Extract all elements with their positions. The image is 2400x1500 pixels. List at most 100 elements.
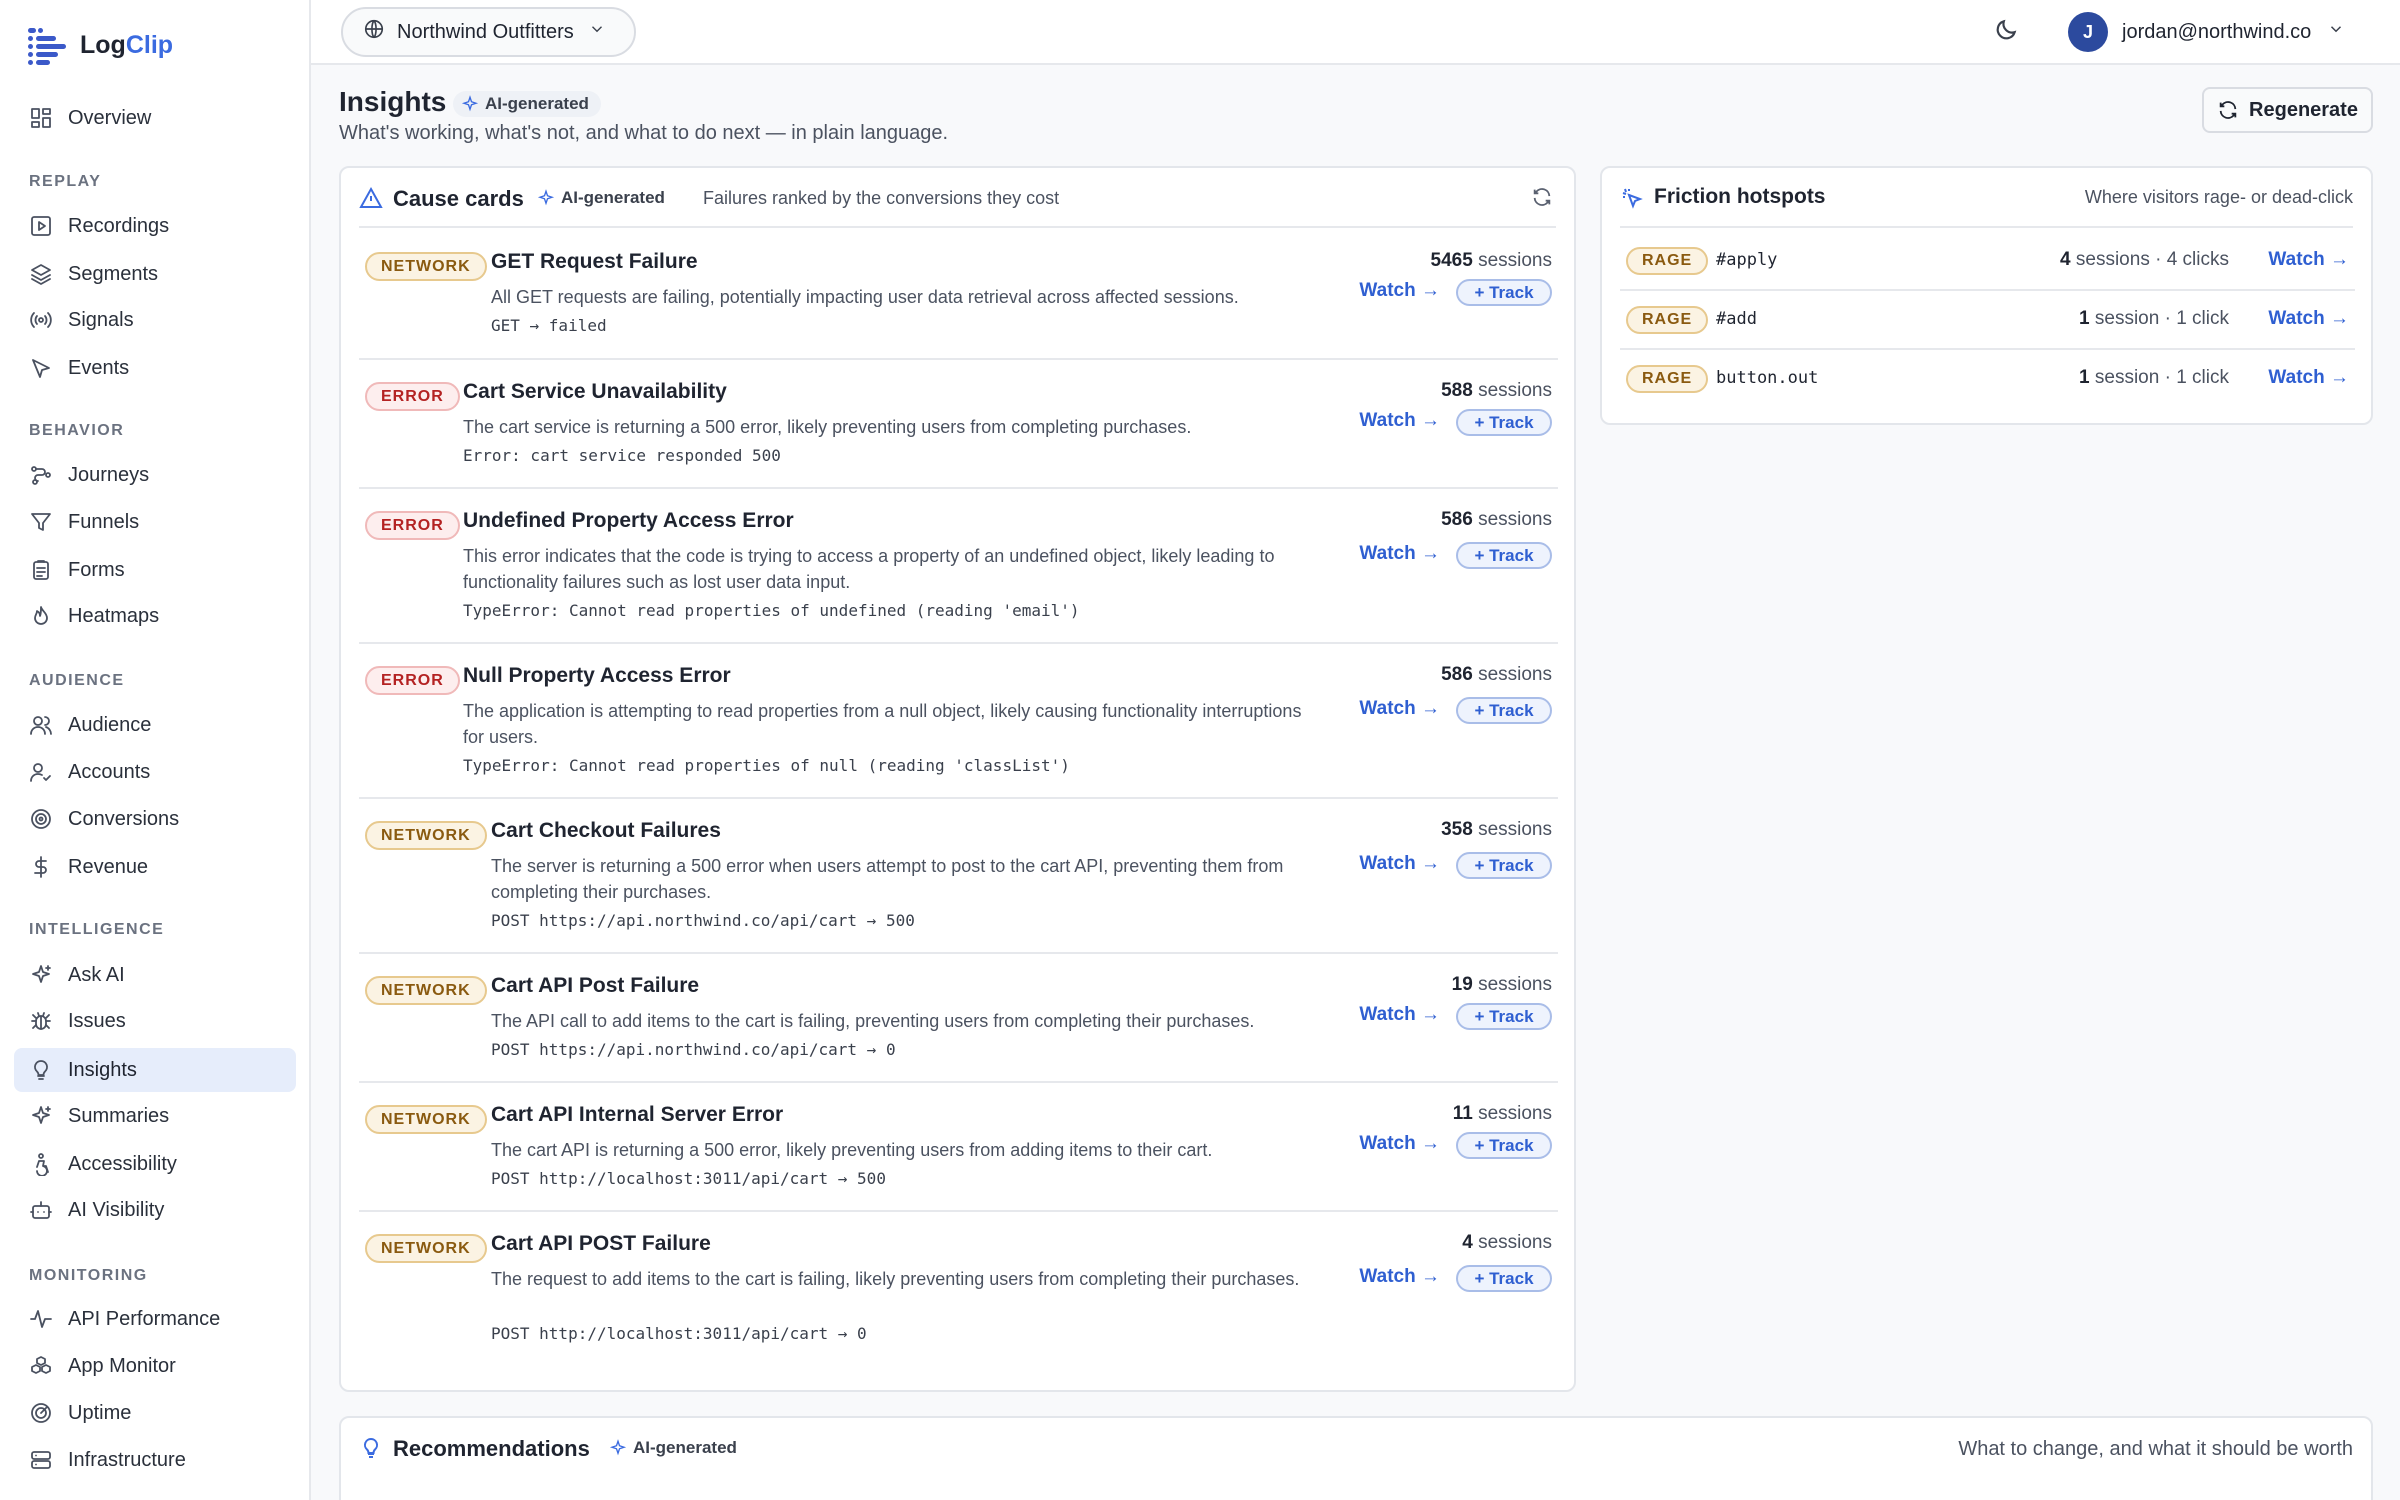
watch-link[interactable]: Watch → xyxy=(2268,249,2349,271)
nav-label: Infrastructure xyxy=(68,1448,186,1471)
cause-signature: TypeError: Cannot read properties of nul… xyxy=(463,756,1070,775)
cause-description: All GET requests are failing, potentiall… xyxy=(491,287,1239,307)
friction-stats: 1 session · 1 click xyxy=(2079,308,2229,329)
nav-summaries[interactable]: Summaries xyxy=(14,1094,296,1138)
nav-label: Segments xyxy=(68,262,159,285)
nav-heatmaps[interactable]: Heatmaps xyxy=(14,594,296,638)
nav-signals[interactable]: Signals xyxy=(14,298,296,342)
rage-tag: RAGE xyxy=(1626,247,1709,275)
network-tag: NETWORK xyxy=(365,976,487,1005)
nav-section-replay: REPLAY xyxy=(29,173,102,190)
session-count: 588 sessions xyxy=(1441,380,1552,401)
nav-ai-visibility[interactable]: AI Visibility xyxy=(14,1188,296,1232)
workspace-switcher[interactable]: Northwind Outfitters xyxy=(341,7,636,57)
grid-icon xyxy=(28,105,54,131)
play-icon xyxy=(28,213,54,239)
nav-audience[interactable]: Audience xyxy=(14,703,296,747)
nav-uptime[interactable]: Uptime xyxy=(14,1391,296,1435)
nav-overview[interactable]: Overview xyxy=(14,96,296,140)
watch-link[interactable]: Watch → xyxy=(1359,280,1440,302)
nav-ask-ai[interactable]: Ask AI xyxy=(14,953,296,997)
track-button[interactable]: + Track xyxy=(1456,279,1552,306)
track-button[interactable]: + Track xyxy=(1456,1132,1552,1159)
nav-accounts[interactable]: Accounts xyxy=(14,750,296,794)
nav-revenue[interactable]: Revenue xyxy=(14,845,296,889)
watch-link[interactable]: Watch → xyxy=(1359,698,1440,720)
chevron-down-icon xyxy=(588,20,606,44)
logo-icon xyxy=(28,26,66,65)
radar-icon xyxy=(28,1400,54,1426)
watch-link[interactable]: Watch → xyxy=(1359,543,1440,565)
nav-label: Heatmaps xyxy=(68,604,160,627)
track-button[interactable]: + Track xyxy=(1456,1003,1552,1030)
nav-insights[interactable]: Insights xyxy=(14,1048,296,1092)
regenerate-button[interactable]: Regenerate xyxy=(2202,87,2373,133)
cause-title: Undefined Property Access Error xyxy=(463,509,794,532)
friction-row: RAGE button.out 1 session · 1 click Watc… xyxy=(1620,350,2355,409)
nav-accessibility[interactable]: Accessibility xyxy=(14,1142,296,1186)
nav-section-monitoring: MONITORING xyxy=(29,1267,148,1284)
track-button[interactable]: + Track xyxy=(1456,1265,1552,1292)
track-button[interactable]: + Track xyxy=(1456,409,1552,436)
nav-label: Journeys xyxy=(68,463,150,486)
network-tag: NETWORK xyxy=(365,821,487,850)
nav-app-monitor[interactable]: App Monitor xyxy=(14,1344,296,1388)
globe-icon xyxy=(363,18,385,46)
badge-label: AI-generated xyxy=(633,1438,737,1457)
track-button[interactable]: + Track xyxy=(1456,542,1552,569)
error-tag: ERROR xyxy=(365,382,460,411)
flame-icon xyxy=(28,603,54,629)
nav-infrastructure[interactable]: Infrastructure xyxy=(14,1438,296,1482)
watch-link[interactable]: Watch → xyxy=(1359,1266,1440,1288)
user-menu[interactable]: J jordan@northwind.co xyxy=(2068,12,2345,52)
server-icon xyxy=(28,1447,54,1473)
user-check-icon xyxy=(28,759,54,785)
nav-recordings[interactable]: Recordings xyxy=(14,204,296,248)
watch-link[interactable]: Watch → xyxy=(2268,367,2349,389)
session-count: 586 sessions xyxy=(1441,664,1552,685)
cause-row: NETWORK Cart API Post Failure The API call… xyxy=(359,954,1558,1083)
sparkle-icon xyxy=(28,962,54,988)
nav-section-behavior: BEHAVIOR xyxy=(29,422,125,439)
nav-label: Funnels xyxy=(68,510,140,533)
nav-events[interactable]: Events xyxy=(14,346,296,390)
watch-link[interactable]: Watch → xyxy=(1359,853,1440,875)
network-tag: NETWORK xyxy=(365,252,487,281)
nav-issues[interactable]: Issues xyxy=(14,999,296,1043)
cause-row: ERROR Cart Service Unavailability The cart… xyxy=(359,360,1558,489)
logo[interactable]: LogClip xyxy=(28,26,174,65)
error-tag: ERROR xyxy=(365,666,460,695)
logo-text: LogClip xyxy=(80,30,174,59)
warning-icon xyxy=(359,186,383,215)
nav-journeys[interactable]: Journeys xyxy=(14,453,296,497)
nav-api-performance[interactable]: API Performance xyxy=(14,1297,296,1341)
cause-description: The application is attempting to read pr… xyxy=(463,701,1302,747)
watch-link[interactable]: Watch → xyxy=(1359,1004,1440,1026)
nav-conversions[interactable]: Conversions xyxy=(14,797,296,841)
cause-signature: POST https://api.northwind.co/api/cart →… xyxy=(491,1040,896,1059)
nav-segments[interactable]: Segments xyxy=(14,252,296,296)
watch-link[interactable]: Watch → xyxy=(1359,1133,1440,1155)
nav-label: App Monitor xyxy=(68,1354,176,1377)
cause-row: ERROR Undefined Property Access Error This… xyxy=(359,489,1558,644)
track-button[interactable]: + Track xyxy=(1456,697,1552,724)
watch-link[interactable]: Watch → xyxy=(1359,410,1440,432)
journey-icon xyxy=(28,462,54,488)
session-count: 11 sessions xyxy=(1452,1103,1552,1124)
cause-title: Cart API POST Failure xyxy=(491,1232,711,1255)
cubes-icon xyxy=(28,1353,54,1379)
friction-description: Where visitors rage- or dead-click xyxy=(2084,187,2353,207)
track-button[interactable]: + Track xyxy=(1456,852,1552,879)
cause-row: NETWORK Cart Checkout Failures The server … xyxy=(359,799,1558,954)
moon-icon[interactable] xyxy=(1993,17,2019,48)
cause-signature: POST http://localhost:3011/api/cart → 0 xyxy=(491,1324,867,1343)
cause-description: The request to add items to the cart is … xyxy=(491,1269,1300,1289)
watch-link[interactable]: Watch → xyxy=(2268,308,2349,330)
nav-label: Overview xyxy=(68,106,152,129)
nav-funnels[interactable]: Funnels xyxy=(14,500,296,544)
avatar: J xyxy=(2068,12,2108,52)
refresh-icon[interactable] xyxy=(1531,186,1553,213)
nav-forms[interactable]: Forms xyxy=(14,548,296,592)
nav-label: Uptime xyxy=(68,1401,132,1424)
activity-icon xyxy=(28,1306,54,1332)
